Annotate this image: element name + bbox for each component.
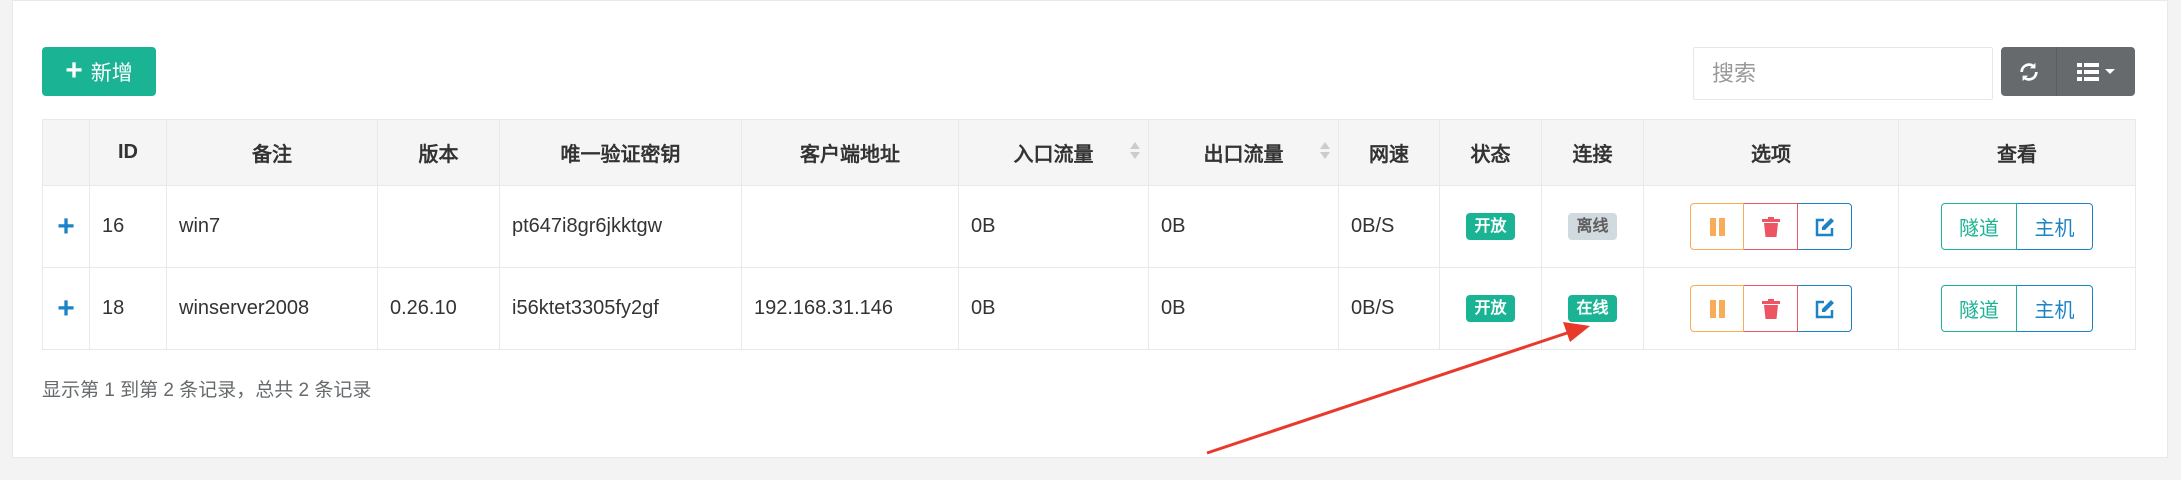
annotation-arrow-icon bbox=[1206, 322, 1590, 455]
